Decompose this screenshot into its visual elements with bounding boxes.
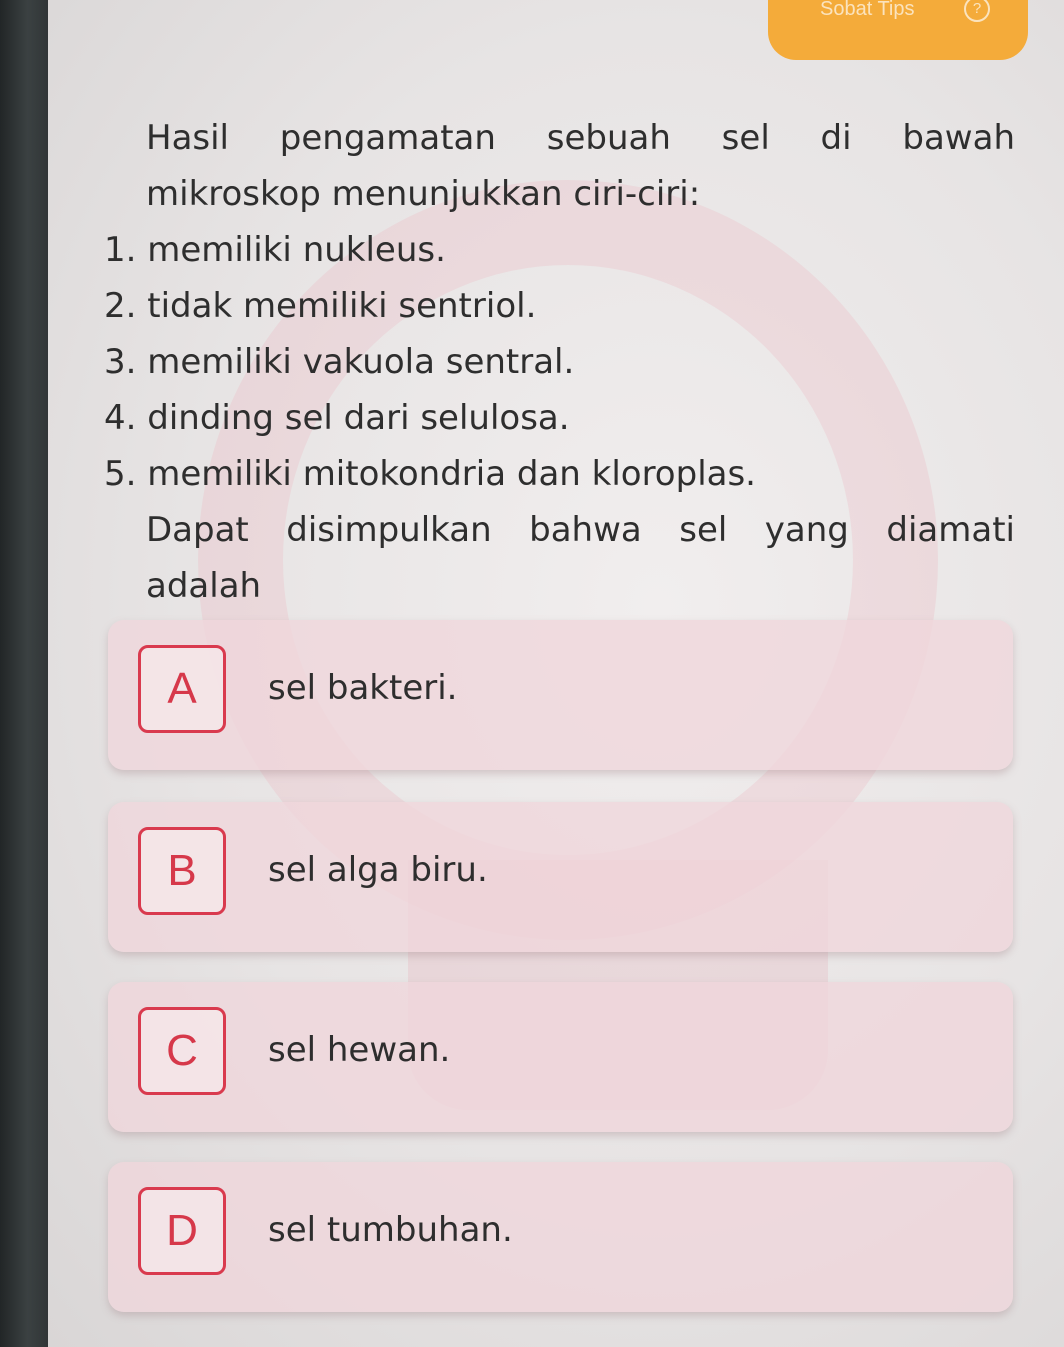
criteria-list: 1. memiliki nukleus. 2. tidak memiliki s… xyxy=(100,222,1015,502)
question-intro-line-1: Hasil pengamatan sebuah sel di bawah xyxy=(146,118,1015,158)
criteria-item: 4. dinding sel dari selulosa. xyxy=(104,398,570,438)
criteria-item: 3. memiliki vakuola sentral. xyxy=(104,342,575,382)
criteria-item: 1. memiliki nukleus. xyxy=(104,230,446,270)
question-conclusion-line-2: adalah xyxy=(146,566,262,606)
option-text: sel tumbuhan. xyxy=(268,1210,513,1250)
help-icon[interactable]: ? xyxy=(964,0,990,22)
question-intro-line-2: mikroskop menunjukkan ciri-ciri: xyxy=(146,174,701,214)
option-text: sel alga biru. xyxy=(268,850,488,890)
option-letter-box: A xyxy=(138,645,226,733)
question-text: Hasil pengamatan sebuah sel di bawah mik… xyxy=(100,110,1015,614)
tips-label: Sobat Tips xyxy=(820,0,915,20)
option-text: sel bakteri. xyxy=(268,668,458,708)
criteria-item: 2. tidak memiliki sentriol. xyxy=(104,286,537,326)
option-letter-box: B xyxy=(138,827,226,915)
answer-option-b[interactable]: B sel alga biru. xyxy=(108,802,1013,952)
question-conclusion-line-1: Dapat disimpulkan bahwa sel yang diamati xyxy=(146,510,1015,550)
option-letter-box: D xyxy=(138,1187,226,1275)
answer-option-c[interactable]: C sel hewan. xyxy=(108,982,1013,1132)
option-letter-box: C xyxy=(138,1007,226,1095)
option-text: sel hewan. xyxy=(268,1030,451,1070)
quiz-screen: Sobat Tips ? Hasil pengamatan sebuah sel… xyxy=(48,0,1064,1347)
answer-option-a[interactable]: A sel bakteri. xyxy=(108,620,1013,770)
tips-badge[interactable]: Sobat Tips ? xyxy=(768,0,1028,60)
answer-option-d[interactable]: D sel tumbuhan. xyxy=(108,1162,1013,1312)
criteria-item: 5. memiliki mitokondria dan kloroplas. xyxy=(104,454,756,494)
